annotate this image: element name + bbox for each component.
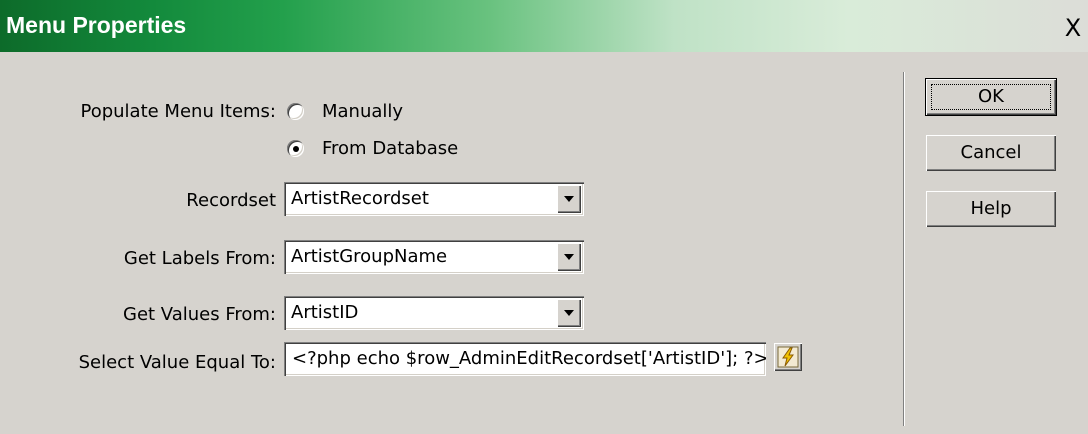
lightning-bolt-icon [777,346,799,368]
get-labels-from-select[interactable]: ArtistGroupName [284,240,584,274]
radio-manually-label[interactable]: Manually [322,101,403,122]
get-values-from-select[interactable]: ArtistID [284,296,584,330]
radio-from-database-label[interactable]: From Database [322,138,458,159]
chevron-down-icon[interactable] [557,299,581,327]
radio-manually[interactable] [287,103,304,120]
menu-properties-dialog: Menu Properties X Populate Menu Items: M… [0,0,1088,434]
ok-button[interactable]: OK [925,78,1057,116]
recordset-value: ArtistRecordset [291,188,429,209]
vertical-divider [903,72,904,426]
radio-selected-dot [293,146,299,152]
chevron-down-icon[interactable] [557,243,581,271]
close-icon[interactable]: X [1058,14,1088,42]
chevron-down-icon[interactable] [557,185,581,213]
select-value-input[interactable]: <?php echo $row_AdminEditRecordset['Arti… [284,342,766,376]
title-bar: Menu Properties X [0,0,1088,52]
cancel-button[interactable]: Cancel [926,135,1056,171]
recordset-select[interactable]: ArtistRecordset [284,182,584,216]
recordset-label: Recordset [186,190,276,211]
radio-from-database[interactable] [287,140,304,157]
select-value-equal-to-label: Select Value Equal To: [78,352,276,373]
get-values-from-label: Get Values From: [123,304,276,325]
help-button[interactable]: Help [926,191,1056,227]
get-labels-from-label: Get Labels From: [123,248,276,269]
select-value-text: <?php echo $row_AdminEditRecordset['Arti… [292,348,766,369]
ok-button-label: OK [931,84,1051,110]
dynamic-data-button[interactable] [774,343,802,371]
populate-menu-items-label: Populate Menu Items: [80,101,276,122]
get-labels-from-value: ArtistGroupName [291,246,448,267]
dialog-title: Menu Properties [6,12,187,38]
get-values-from-value: ArtistID [291,302,359,323]
